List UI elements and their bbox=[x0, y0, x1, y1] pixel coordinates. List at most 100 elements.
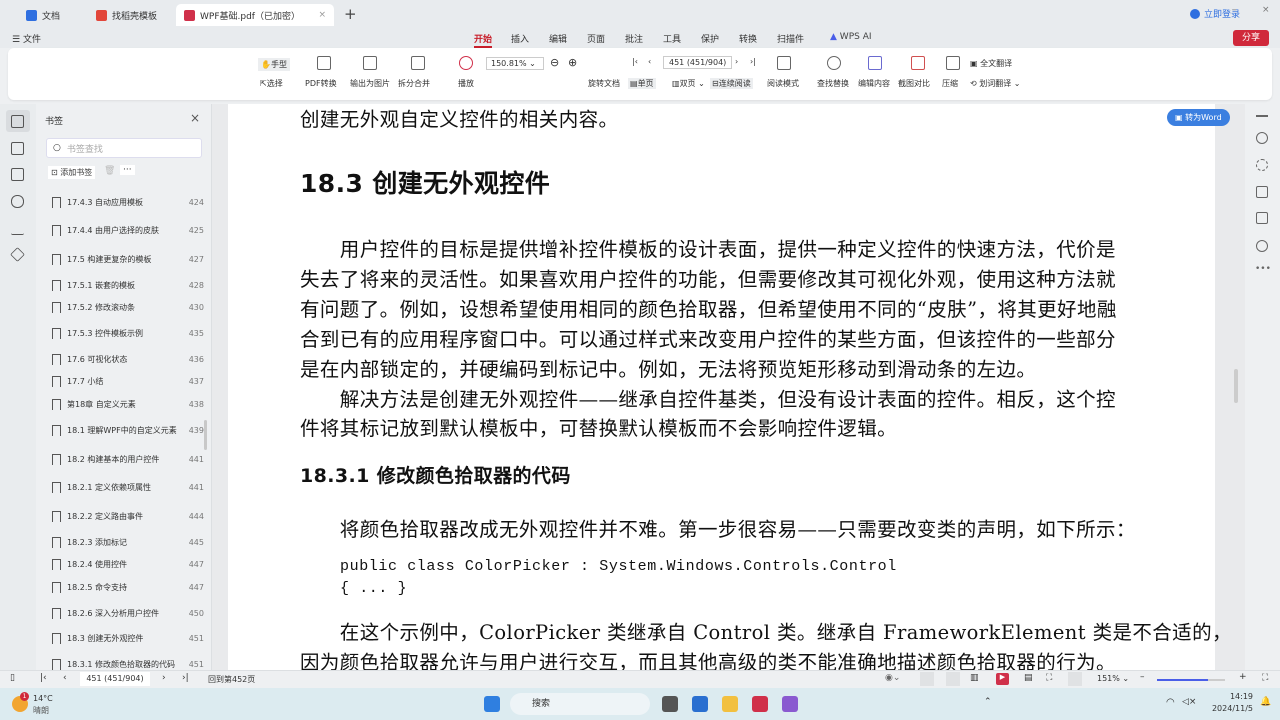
menu-scan[interactable]: 扫描件 bbox=[777, 32, 804, 45]
bookmark-item[interactable]: 18.3 创建无外观控件 451 bbox=[52, 628, 212, 650]
bookmark-item[interactable]: 17.5.3 控件模板示例 435 bbox=[52, 320, 212, 348]
tray-chevron-icon[interactable]: ⌃ bbox=[984, 697, 992, 707]
taskbar-search[interactable]: 搜索 bbox=[510, 693, 650, 715]
fit-width-icon[interactable]: ▤ bbox=[1024, 673, 1033, 683]
tab-templates[interactable]: 找稻壳模板 bbox=[88, 4, 178, 26]
page-input[interactable]: 451 (451/904) bbox=[663, 56, 733, 69]
document-scrollbar[interactable] bbox=[1234, 369, 1238, 403]
help-icon[interactable] bbox=[1256, 240, 1268, 252]
task-view-icon[interactable] bbox=[662, 696, 678, 712]
add-bookmark-button[interactable]: ⊡ 添加书签 bbox=[48, 166, 96, 179]
close-tab-icon[interactable]: × bbox=[318, 10, 326, 20]
layers-icon[interactable] bbox=[10, 247, 25, 262]
convert-to-word-button[interactable]: ▣ 转为Word bbox=[1167, 109, 1230, 126]
delete-bookmark-icon[interactable]: 🗑 bbox=[104, 166, 115, 176]
bookmark-item[interactable]: 18.2.5 命令支持 447 bbox=[52, 577, 212, 599]
bookmark-item[interactable]: 18.2.3 添加标记 445 bbox=[52, 531, 212, 553]
bookmark-item[interactable]: 18.1 理解WPF中的自定义元素 439 bbox=[52, 416, 212, 444]
first-page-icon[interactable]: |‹ bbox=[632, 57, 638, 66]
double-page-button[interactable]: ▥双页 ⌄ bbox=[672, 78, 705, 89]
full-translate-button[interactable]: ▣ 全文翻译 bbox=[970, 58, 1012, 69]
menu-convert[interactable]: 转换 bbox=[739, 32, 757, 45]
continuous-read-button[interactable]: ⊟连续阅读 bbox=[710, 78, 753, 89]
zoom-in-icon[interactable]: ⊕ bbox=[568, 56, 577, 69]
thumbnail-icon[interactable] bbox=[11, 142, 24, 155]
next-page-button[interactable]: › bbox=[162, 673, 166, 683]
book-search-icon[interactable] bbox=[1256, 212, 1268, 224]
collapse-icon[interactable] bbox=[1256, 115, 1268, 117]
double-view-icon[interactable]: ▥ bbox=[970, 673, 979, 683]
bookmark-item[interactable]: 17.5 构建更复杂的模板 427 bbox=[52, 245, 212, 273]
zoom-out-button[interactable]: – bbox=[1140, 672, 1145, 682]
bookmark-icon[interactable] bbox=[11, 115, 24, 128]
read-mode-button[interactable]: 阅读模式 bbox=[767, 78, 799, 89]
store-icon[interactable] bbox=[692, 696, 708, 712]
sidebar-toggle-icon[interactable]: ▯ bbox=[10, 673, 15, 683]
menu-edit[interactable]: 编辑 bbox=[549, 32, 567, 45]
file-menu[interactable]: ☰ 文件 bbox=[12, 32, 41, 45]
select-tool-button[interactable]: ⇱选择 bbox=[260, 78, 283, 89]
actual-size-icon[interactable] bbox=[1068, 672, 1082, 686]
play-button[interactable]: 播放 bbox=[458, 78, 474, 89]
menu-page[interactable]: 页面 bbox=[587, 32, 605, 45]
continuous-view-icon[interactable] bbox=[920, 672, 934, 686]
visual-studio-icon[interactable] bbox=[782, 696, 798, 712]
signature-icon[interactable] bbox=[11, 222, 24, 235]
menu-tools[interactable]: 工具 bbox=[663, 32, 681, 45]
bookmark-item[interactable]: 17.4.4 由用户选择的皮肤 425 bbox=[52, 217, 212, 245]
panel-scrollbar[interactable] bbox=[204, 420, 207, 450]
bookmark-item[interactable]: 17.6 可视化状态 436 bbox=[52, 348, 212, 370]
wps-icon[interactable] bbox=[752, 696, 768, 712]
edit-content-button[interactable]: 编辑内容 bbox=[858, 78, 890, 89]
close-window-button[interactable]: × bbox=[1262, 5, 1270, 15]
compare-button[interactable]: 截图对比 bbox=[898, 78, 930, 89]
search-icon[interactable] bbox=[1256, 132, 1268, 144]
start-icon[interactable] bbox=[484, 696, 500, 712]
wifi-icon[interactable]: ◠ bbox=[1166, 697, 1175, 708]
hand-tool-button[interactable]: ✋手型 bbox=[258, 58, 290, 71]
bookmark-item[interactable]: 18.2.2 定义路由事件 444 bbox=[52, 502, 212, 530]
bookmark-item[interactable]: 17.4.3 自动应用模板 424 bbox=[52, 188, 212, 216]
wps-ai-button[interactable]: ▲ WPS AI bbox=[830, 32, 872, 42]
comment-icon[interactable] bbox=[11, 168, 24, 181]
translate-icon[interactable] bbox=[1256, 159, 1268, 171]
attachment-icon[interactable] bbox=[11, 195, 24, 208]
menu-start[interactable]: 开始 bbox=[474, 32, 493, 48]
fullscreen-icon[interactable]: ⛶ bbox=[1262, 673, 1268, 683]
zoom-out-icon[interactable]: ⊖ bbox=[550, 56, 559, 69]
tab-pdf[interactable]: WPF基础.pdf（已加密） × bbox=[176, 4, 334, 26]
bookmark-item[interactable]: 第18章 自定义元素 438 bbox=[52, 394, 212, 416]
pdf-convert-button[interactable]: PDF转换 bbox=[305, 78, 337, 89]
back-to-page-link[interactable]: 回到第452页 bbox=[208, 674, 255, 685]
prev-page-button[interactable]: ‹ bbox=[63, 673, 67, 683]
zoom-dropdown[interactable]: 151% ⌄ bbox=[1097, 674, 1129, 683]
last-page-button[interactable]: ›| bbox=[182, 673, 189, 683]
bookmark-item[interactable]: 18.2 构建基本的用户控件 441 bbox=[52, 445, 212, 473]
split-merge-button[interactable]: 拆分合并 bbox=[398, 78, 430, 89]
settings-sliders-icon[interactable] bbox=[1256, 186, 1268, 198]
fit-page-icon[interactable]: ⛶ bbox=[1046, 673, 1052, 683]
bookmark-item[interactable]: 17.5.2 修改滚动条 430 bbox=[52, 297, 212, 319]
share-button[interactable]: 分享 bbox=[1233, 30, 1269, 46]
more-icon[interactable]: ••• bbox=[1255, 264, 1271, 274]
eye-icon[interactable]: ◉⌄ bbox=[885, 673, 900, 683]
status-page-input[interactable]: 451 (451/904) bbox=[80, 672, 150, 686]
word-translate-button[interactable]: ⟲ 划词翻译 ⌄ bbox=[970, 78, 1021, 89]
menu-protect[interactable]: 保护 bbox=[701, 32, 719, 45]
volume-muted-icon[interactable]: ◁× bbox=[1182, 697, 1196, 707]
close-panel-icon[interactable]: × bbox=[190, 111, 200, 125]
bookmark-item[interactable]: 17.7 小结 437 bbox=[52, 371, 212, 393]
last-page-icon[interactable]: ›| bbox=[750, 57, 756, 66]
menu-annotate[interactable]: 批注 bbox=[625, 32, 643, 45]
bookmark-item[interactable]: 18.2.6 深入分析用户控件 450 bbox=[52, 599, 212, 627]
zoom-select[interactable]: 150.81% ⌄ bbox=[486, 57, 544, 70]
new-tab-button[interactable]: + bbox=[344, 5, 357, 23]
single-view-icon[interactable] bbox=[946, 672, 960, 686]
next-page-icon[interactable]: › bbox=[735, 57, 738, 66]
prev-page-icon[interactable]: ‹ bbox=[648, 57, 651, 66]
bookmark-item[interactable]: 17.5.1 嵌套的模板 428 bbox=[52, 274, 212, 296]
bookmark-item[interactable]: 18.2.1 定义依赖项属性 441 bbox=[52, 474, 212, 502]
rotate-button[interactable]: 旋转文档 bbox=[588, 78, 620, 89]
bookmark-search-input[interactable]: ○ 书签查找 bbox=[46, 138, 202, 158]
zoom-slider[interactable] bbox=[1157, 679, 1225, 681]
